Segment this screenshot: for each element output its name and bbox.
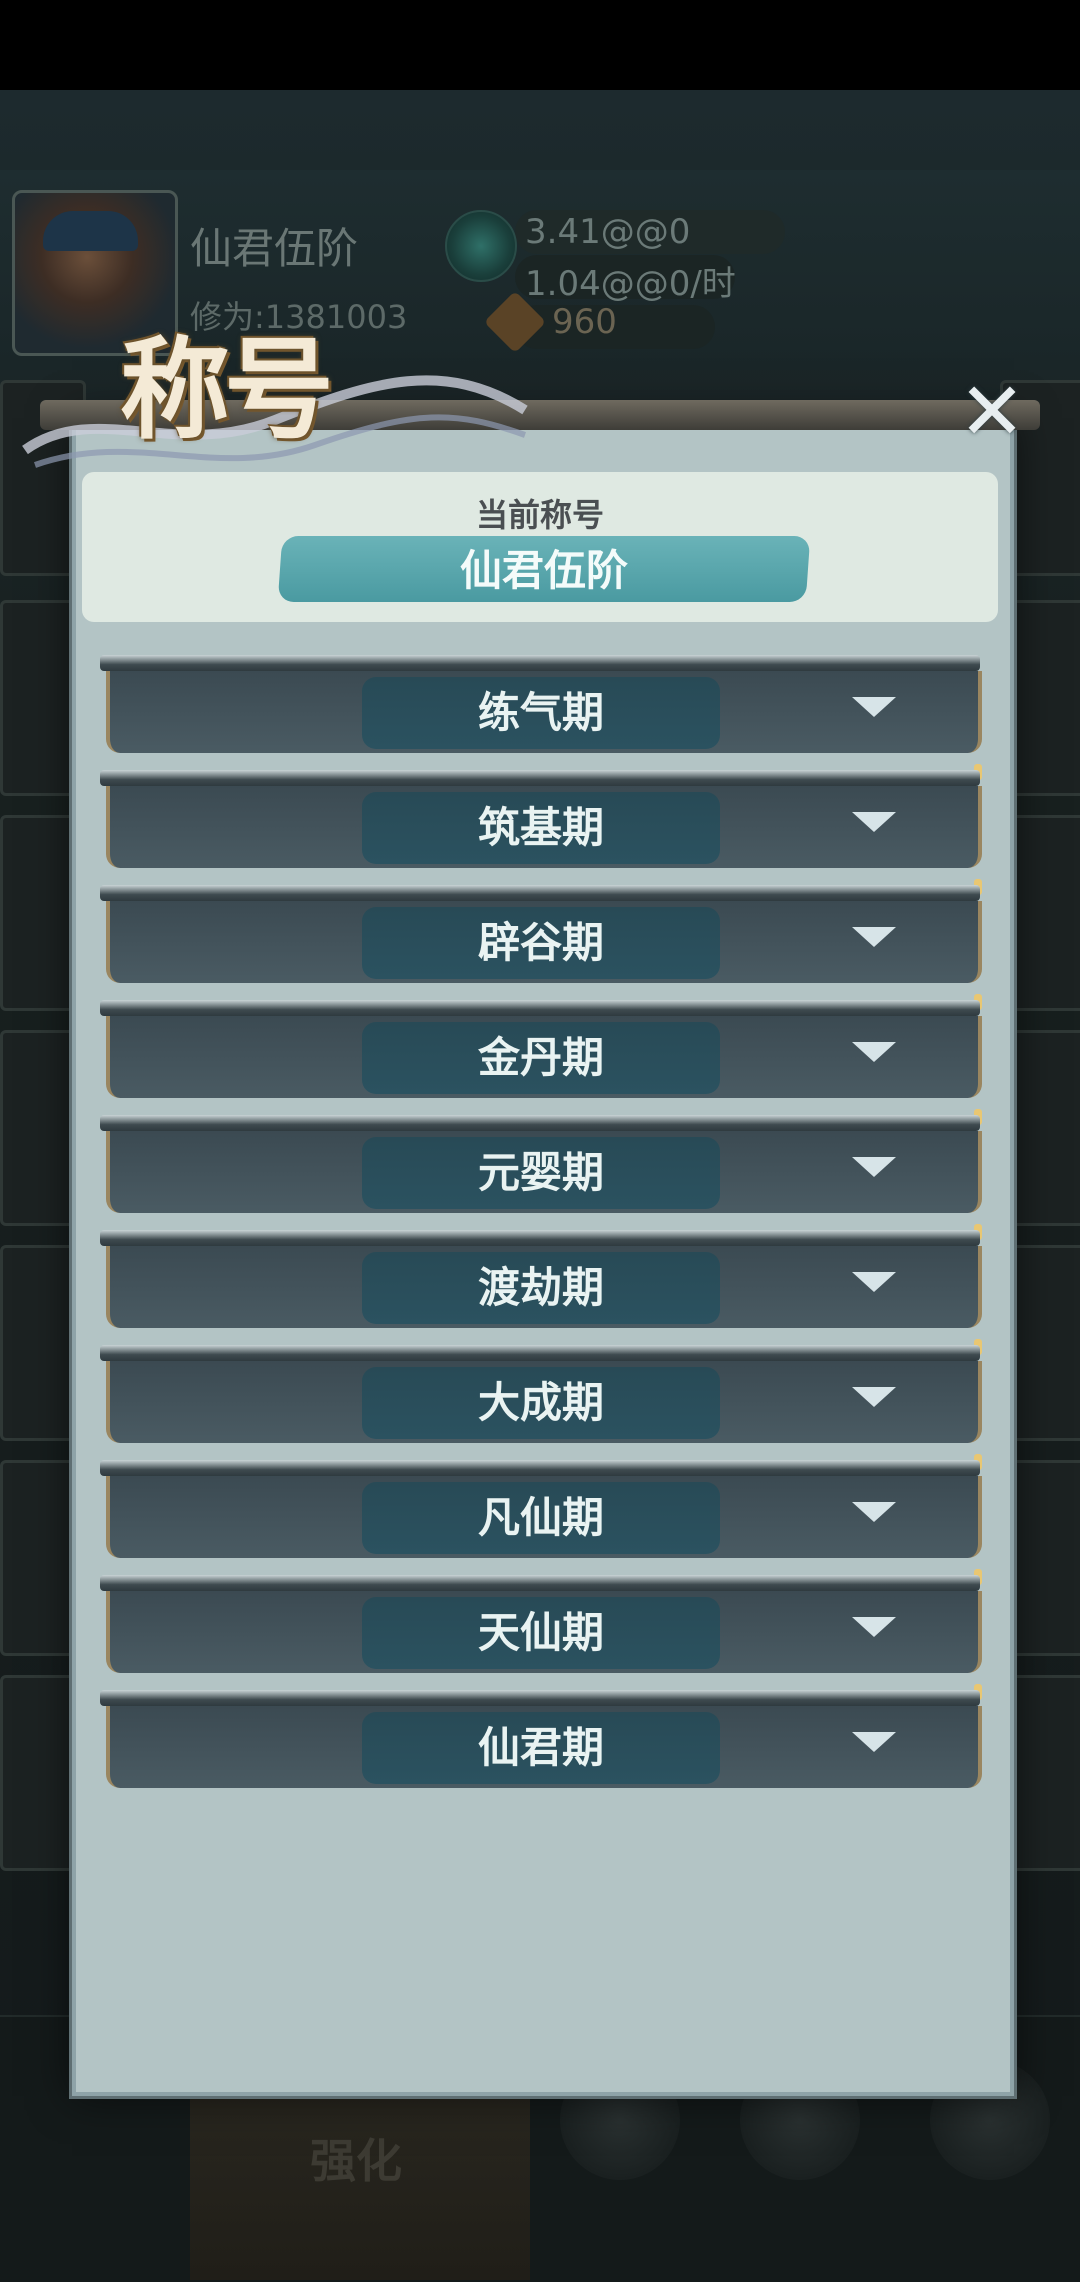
stage-label: 仙君期 (477, 1723, 604, 1772)
stage-row-xianjun[interactable]: 仙君期 (100, 1684, 982, 1788)
stage-label: 凡仙期 (477, 1493, 604, 1542)
stage-row-dacheng[interactable]: 大成期 (100, 1339, 982, 1443)
chevron-down-icon (852, 812, 896, 832)
stage-label: 辟谷期 (477, 918, 604, 967)
chevron-down-icon (852, 1732, 896, 1752)
stage-row-dujie[interactable]: 渡劫期 (100, 1224, 982, 1328)
stage-row-fanxian[interactable]: 凡仙期 (100, 1454, 982, 1558)
stage-label: 金丹期 (477, 1033, 604, 1082)
stage-row-lianqi[interactable]: 练气期 (100, 655, 982, 753)
current-title-value: 仙君伍阶 (459, 546, 628, 595)
stage-row-bigu[interactable]: 辟谷期 (100, 879, 982, 983)
close-button[interactable]: ✕ (956, 372, 1028, 452)
stage-label: 渡劫期 (477, 1263, 604, 1312)
stage-row-jindan[interactable]: 金丹期 (100, 994, 982, 1098)
chevron-down-icon (852, 1502, 896, 1522)
stage-label: 大成期 (477, 1378, 604, 1427)
taiji-icon (445, 210, 517, 282)
dialog-title: 称号 (120, 325, 334, 454)
chevron-down-icon (852, 1042, 896, 1062)
bottom-nav-enhance-label: 强化 (310, 2134, 402, 2188)
stage-label: 天仙期 (477, 1608, 604, 1657)
resource-rate: 1.04@@0/时 (525, 264, 736, 304)
stage-row-zhuji[interactable]: 筑基期 (100, 764, 982, 868)
chevron-down-icon (852, 697, 896, 717)
stage-row-yuanying[interactable]: 元婴期 (100, 1109, 982, 1213)
stage-label: 元婴期 (477, 1148, 604, 1197)
current-title-label: 当前称号 (475, 496, 604, 534)
chevron-down-icon (852, 1387, 896, 1407)
chevron-down-icon (852, 927, 896, 947)
stage-label: 筑基期 (477, 803, 604, 852)
player-name: 仙君伍阶 (190, 224, 359, 273)
stage-label: 练气期 (477, 688, 604, 737)
resource-total: 3.41@@0 (525, 212, 691, 252)
stage-row-tianxian[interactable]: 天仙期 (100, 1569, 982, 1673)
chevron-down-icon (852, 1272, 896, 1292)
chevron-down-icon (852, 1617, 896, 1637)
chevron-down-icon (852, 1157, 896, 1177)
gem-count: 960 (552, 302, 617, 342)
